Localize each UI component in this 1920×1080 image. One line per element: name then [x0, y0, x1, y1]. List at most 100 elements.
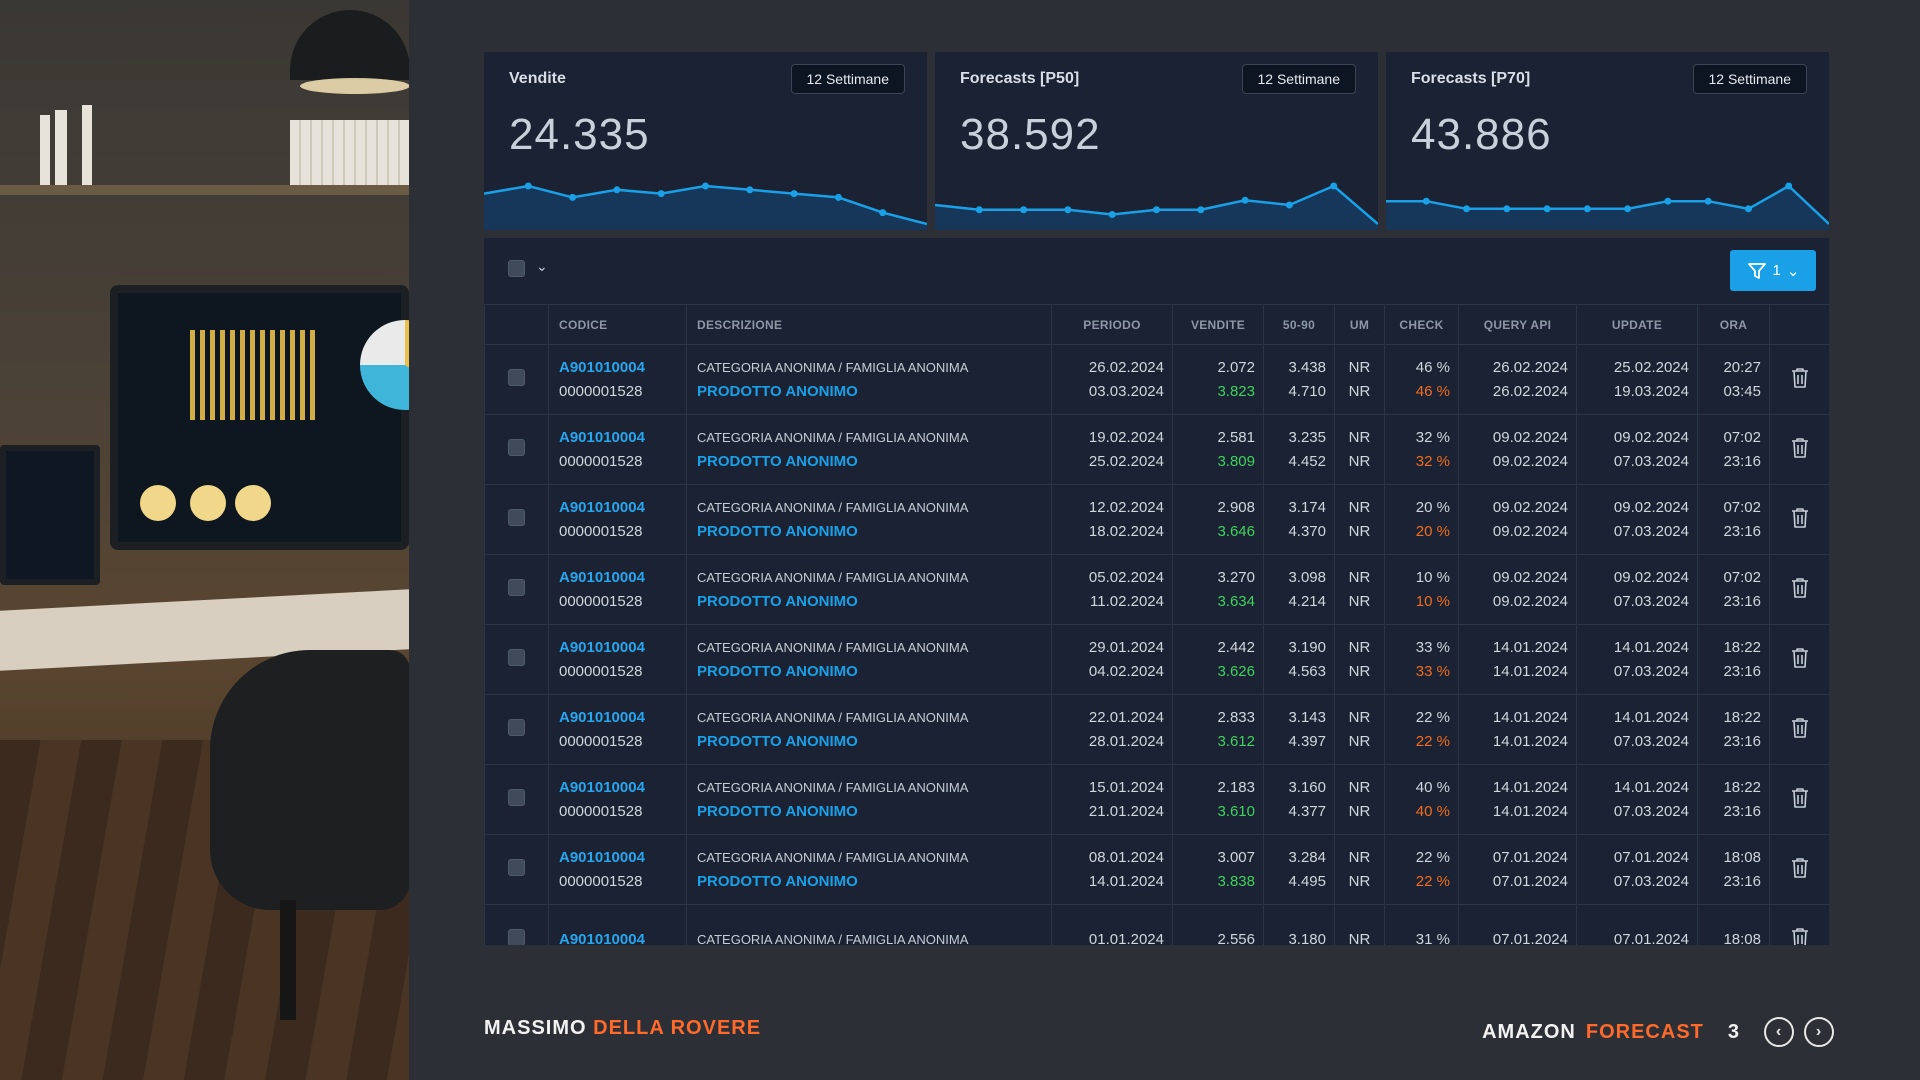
cell-ora: 18:08 23:16	[1697, 834, 1770, 905]
header-periodo[interactable]: PERIODO	[1051, 304, 1173, 345]
period-button[interactable]: 12 Settimane	[1692, 64, 1807, 94]
sales-forecast: 3.646	[1217, 522, 1255, 540]
product-code-link[interactable]: A901010004	[559, 496, 686, 520]
product-code-link[interactable]: A901010004	[559, 776, 686, 800]
product-name-link[interactable]: PRODOTTO ANONIMO	[697, 450, 1051, 474]
update-date: 07.03.2024	[1613, 592, 1689, 610]
sparkline-point	[1463, 205, 1471, 213]
table-row[interactable]: A901010004 0000001528 CATEGORIA ANONIMA …	[484, 834, 1829, 905]
row-checkbox[interactable]	[508, 859, 525, 876]
row-checkbox[interactable]	[508, 719, 525, 736]
trash-icon[interactable]	[1791, 927, 1809, 945]
header-update[interactable]: UPDATE	[1576, 304, 1698, 345]
header-vendite[interactable]: VENDITE	[1172, 304, 1264, 345]
sparkline-point	[879, 209, 887, 217]
table-row[interactable]: A901010004 0000001528 CATEGORIA ANONIMA …	[484, 764, 1829, 835]
table-row[interactable]: A901010004 CATEGORIA ANONIMA / FAMIGLIA …	[484, 904, 1829, 946]
product-name-link[interactable]: PRODOTTO ANONIMO	[697, 520, 1051, 544]
cell-check: 32 % 32 %	[1384, 414, 1459, 485]
cell-query-api: 14.01.2024 14.01.2024	[1458, 764, 1577, 835]
category-text: CATEGORIA ANONIMA / FAMIGLIA ANONIMA	[697, 849, 969, 865]
header-query-api[interactable]: QUERY API	[1458, 304, 1577, 345]
chevron-right-icon[interactable]: ›	[1804, 1017, 1834, 1047]
product-code-link[interactable]: A901010004	[559, 426, 686, 450]
product-name-link[interactable]: PRODOTTO ANONIMO	[697, 870, 1051, 894]
cell-ora: 18:08	[1697, 904, 1770, 945]
period-button[interactable]: 12 Settimane	[1241, 64, 1356, 94]
brand-second: FORECAST	[1585, 1020, 1704, 1043]
chevron-down-icon[interactable]: ⌄	[536, 258, 548, 275]
table-row[interactable]: A901010004 0000001528 CATEGORIA ANONIMA …	[484, 694, 1829, 765]
row-checkbox[interactable]	[508, 579, 525, 596]
cell-range: 3.098 4.214	[1263, 554, 1335, 625]
product-code-link[interactable]: A901010004	[559, 636, 686, 660]
header-ora[interactable]: ORA	[1697, 304, 1770, 345]
table-row[interactable]: A901010004 0000001528 CATEGORIA ANONIMA …	[484, 344, 1829, 415]
product-code-secondary: 0000001528	[559, 802, 643, 820]
product-code-link[interactable]: A901010004	[559, 566, 686, 590]
table-row[interactable]: A901010004 0000001528 CATEGORIA ANONIMA …	[484, 414, 1829, 485]
period-button[interactable]: 12 Settimane	[790, 64, 905, 94]
cell-check: 22 % 22 %	[1384, 834, 1459, 905]
time: 07:02	[1723, 568, 1761, 586]
trash-icon[interactable]	[1791, 577, 1809, 603]
unit: NR	[1348, 452, 1371, 470]
unit: NR	[1348, 498, 1371, 516]
product-code-link[interactable]: A901010004	[559, 846, 686, 870]
table-row[interactable]: A901010004 0000001528 CATEGORIA ANONIMA …	[484, 484, 1829, 555]
product-name-link[interactable]: PRODOTTO ANONIMO	[697, 590, 1051, 614]
product-name-link[interactable]: PRODOTTO ANONIMO	[697, 730, 1051, 754]
cell-um: NR NR	[1334, 694, 1385, 765]
trash-icon[interactable]	[1791, 717, 1809, 743]
sparkline-point	[1785, 182, 1793, 190]
range-p50: 3.284	[1288, 848, 1326, 866]
product-name-link[interactable]: PRODOTTO ANONIMO	[697, 660, 1051, 684]
row-checkbox[interactable]	[508, 369, 525, 386]
cell-update: 07.01.2024 07.03.2024	[1576, 834, 1698, 905]
product-code-link[interactable]: A901010004	[559, 356, 686, 380]
chevron-left-icon[interactable]: ‹	[1764, 1017, 1794, 1047]
trash-icon[interactable]	[1791, 857, 1809, 883]
check-value-alert: 33 %	[1415, 662, 1450, 680]
row-checkbox[interactable]	[508, 649, 525, 666]
cell-um: NR NR	[1334, 414, 1385, 485]
trash-icon[interactable]	[1791, 507, 1809, 533]
table-row[interactable]: A901010004 0000001528 CATEGORIA ANONIMA …	[484, 624, 1829, 695]
trash-icon[interactable]	[1791, 437, 1809, 463]
row-checkbox[interactable]	[508, 439, 525, 456]
row-checkbox[interactable]	[508, 929, 525, 945]
product-code-link[interactable]: A901010004	[559, 928, 686, 946]
trash-icon[interactable]	[1791, 647, 1809, 673]
sales-forecast: 3.838	[1217, 872, 1255, 890]
query-date: 09.02.2024	[1492, 592, 1568, 610]
product-name-link[interactable]: PRODOTTO ANONIMO	[697, 800, 1051, 824]
trash-icon[interactable]	[1791, 367, 1809, 393]
author-last-name: DELLA ROVERE	[593, 1017, 762, 1039]
table-row[interactable]: A901010004 0000001528 CATEGORIA ANONIMA …	[484, 554, 1829, 625]
cell-range: 3.235 4.452	[1263, 414, 1335, 485]
check-value-alert: 40 %	[1415, 802, 1450, 820]
product-name-link[interactable]: PRODOTTO ANONIMO	[697, 380, 1051, 404]
filter-button[interactable]: 1 ⌄	[1730, 250, 1816, 291]
select-all-checkbox[interactable]	[508, 260, 525, 277]
period-end: 25.02.2024	[1088, 452, 1164, 470]
update-date: 07.03.2024	[1613, 452, 1689, 470]
period-start: 15.01.2024	[1088, 778, 1164, 796]
time: 18:22	[1723, 778, 1761, 796]
row-checkbox[interactable]	[508, 509, 525, 526]
cell-query-api: 14.01.2024 14.01.2024	[1458, 624, 1577, 695]
header-codice[interactable]: CODICE	[548, 304, 687, 345]
header-check[interactable]: CHECK	[1384, 304, 1459, 345]
product-code-link[interactable]: A901010004	[559, 706, 686, 730]
header-range[interactable]: 50-90	[1263, 304, 1335, 345]
row-checkbox[interactable]	[508, 789, 525, 806]
kpi-value: 24.335	[509, 110, 650, 159]
header-um[interactable]: UM	[1334, 304, 1385, 345]
header-descrizione[interactable]: DESCRIZIONE	[686, 304, 1052, 345]
kpi-card-forecast-p70: Forecasts [P70] 12 Settimane 43.886	[1386, 52, 1829, 230]
trash-icon[interactable]	[1791, 787, 1809, 813]
sparkline-point	[1704, 197, 1712, 205]
unit: NR	[1348, 778, 1371, 796]
unit: NR	[1348, 382, 1371, 400]
row-select	[484, 624, 549, 695]
